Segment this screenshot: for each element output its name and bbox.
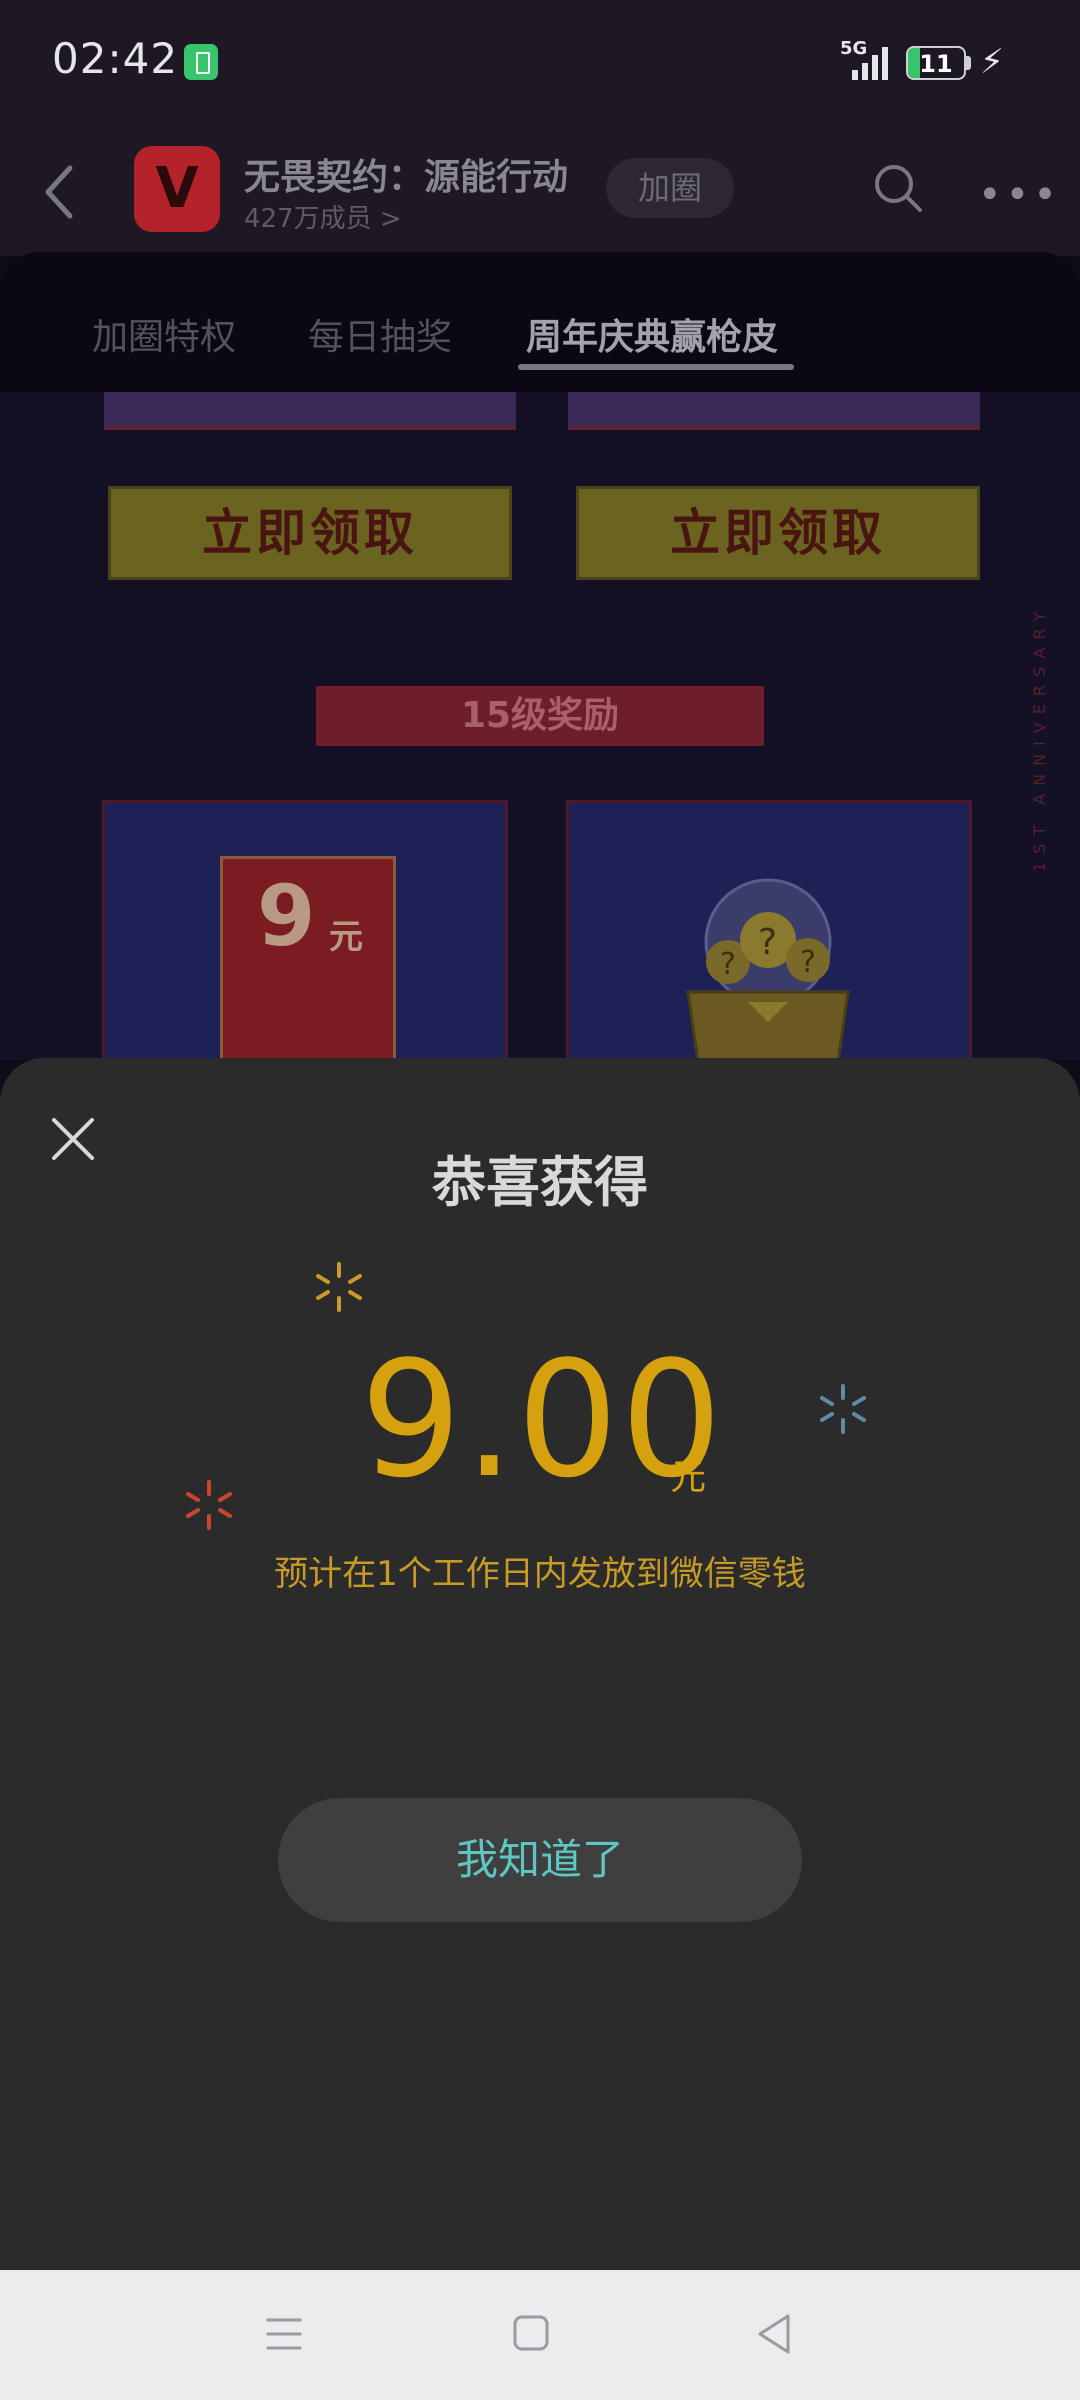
level-reward-banner: 15级奖励 [316,686,764,746]
claim-button[interactable]: 立即领取 [576,486,980,580]
svg-text:?: ? [800,945,816,980]
menu-icon[interactable] [264,2314,304,2354]
sparkle-icon [820,1384,866,1434]
join-button[interactable]: 加圈 [606,158,734,218]
search-icon[interactable] [872,162,924,214]
claim-button[interactable]: 立即领取 [108,486,512,580]
battery-level: 11 [919,50,953,78]
charging-icon: ⚡ [980,42,1004,82]
red-packet-unit: 元 [329,917,363,957]
community-title[interactable]: 无畏契约：源能行动 [244,148,568,200]
member-count[interactable]: 427万成员 > [244,198,402,235]
red-packet-amount: 9 [257,867,316,965]
signal-icon [852,47,888,80]
red-packet-image: 9 元 [220,856,396,1060]
tab-privileges[interactable]: 加圈特权 [92,308,236,360]
battery-saver-icon [184,44,218,80]
community-logo[interactable]: V [134,146,220,232]
active-tab-indicator [518,364,794,370]
back-icon[interactable] [754,2312,794,2356]
anniversary-content: 立即领取 立即领取 15级奖励 9 元 ? ? ? 1ST ANNIVERSAR… [0,392,1080,1060]
status-time: 02:42 [52,34,179,83]
acknowledge-button[interactable]: 我知道了 [278,1798,802,1922]
svg-text:?: ? [758,922,777,963]
svg-text:?: ? [720,947,736,982]
sparkle-icon [186,1480,232,1530]
sparkle-icon [316,1262,362,1312]
more-icon[interactable]: ••• [978,172,1061,218]
reward-card-bottom [568,392,980,430]
anniversary-vertical-text: 1ST ANNIVERSARY [1030,603,1049,872]
home-icon[interactable] [512,2314,550,2352]
battery-icon: 11 [906,46,966,80]
battery-cap [966,56,971,70]
payout-note: 预计在1个工作日内发放到微信零钱 [274,1554,806,1594]
reward-card-bottom [104,392,516,430]
tab-anniversary[interactable]: 周年庆典赢枪皮 [526,308,778,360]
mystery-chest-icon: ? ? ? [686,878,850,1060]
tab-daily-lottery[interactable]: 每日抽奖 [308,308,452,360]
dialog-title: 恭喜获得 [432,1151,648,1214]
reward-dialog [0,1058,1080,2270]
back-arrow-icon[interactable] [40,162,80,222]
reward-unit: 元 [670,1457,707,1498]
